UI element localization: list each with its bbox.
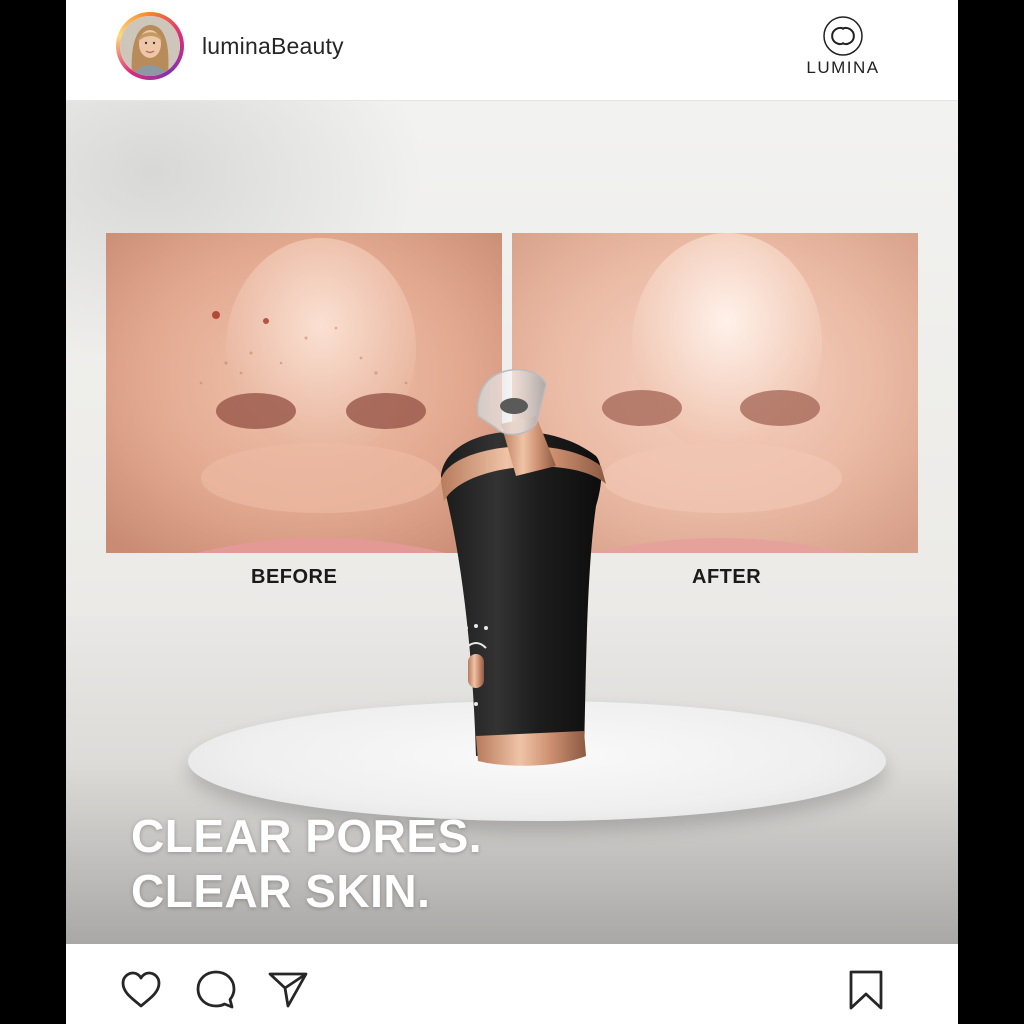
after-label: AFTER	[692, 566, 762, 588]
pore-vacuum-device	[406, 306, 606, 771]
save-button[interactable]	[844, 968, 888, 1012]
comment-icon	[196, 970, 236, 1009]
post-actions	[66, 944, 958, 1024]
headline: CLEAR PORES. CLEAR SKIN.	[131, 809, 482, 919]
post-header: luminaBeauty LUMINA	[66, 0, 958, 101]
bookmark-icon	[849, 970, 883, 1010]
brand-name: LUMINA	[806, 58, 880, 77]
like-button[interactable]	[119, 968, 163, 1012]
brand-logo: LUMINA	[798, 16, 888, 86]
share-button[interactable]	[266, 968, 310, 1012]
headline-line-2: CLEAR SKIN.	[131, 865, 431, 917]
avatar-image	[120, 16, 180, 76]
headline-line-1: CLEAR PORES.	[131, 810, 483, 862]
instagram-post: luminaBeauty LUMINA BEFORE AFTER CLEAR P…	[66, 0, 958, 1024]
post-image[interactable]: BEFORE AFTER CLEAR PORES. CLEAR SKIN.	[66, 101, 958, 944]
interlocking-c-logo-icon	[823, 16, 863, 56]
heart-icon	[121, 971, 161, 1008]
comment-button[interactable]	[194, 968, 238, 1012]
avatar[interactable]	[116, 12, 184, 80]
before-label: BEFORE	[251, 566, 338, 588]
send-icon	[268, 972, 308, 1008]
username[interactable]: luminaBeauty	[202, 33, 344, 60]
